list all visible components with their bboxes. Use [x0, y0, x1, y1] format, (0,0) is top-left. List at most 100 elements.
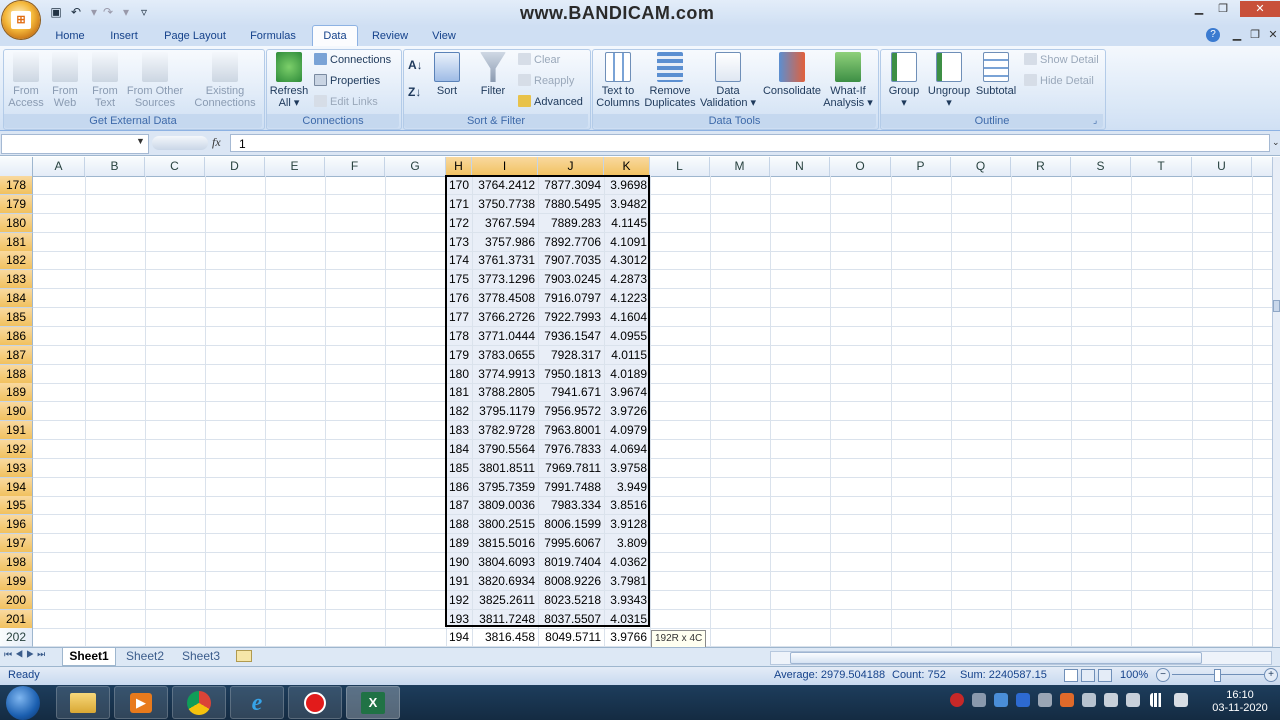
tray-pen-icon[interactable]	[1104, 693, 1118, 707]
sort-button[interactable]: Sort	[430, 52, 464, 97]
consolidate-button[interactable]: Consolidate	[762, 52, 822, 97]
row-header[interactable]: 183	[0, 270, 33, 289]
group-button[interactable]: Group ▾	[884, 52, 924, 109]
tab-home[interactable]: Home	[48, 26, 92, 46]
column-header-i[interactable]: I	[472, 157, 538, 176]
column-header-h[interactable]: H	[446, 157, 472, 176]
filter-button[interactable]: Filter	[474, 52, 512, 97]
row-header[interactable]: 184	[0, 289, 33, 308]
sheet-tab-sheet3[interactable]: Sheet3	[176, 648, 226, 665]
insert-function-icon[interactable]: fx	[212, 135, 221, 150]
subtotal-button[interactable]: Subtotal	[974, 52, 1018, 97]
row-header[interactable]: 182	[0, 251, 33, 270]
column-header-d[interactable]: D	[205, 157, 265, 176]
tab-page-layout[interactable]: Page Layout	[158, 26, 232, 46]
row-header[interactable]: 186	[0, 327, 33, 346]
from-web-button[interactable]: From Web	[46, 52, 84, 109]
tray-network-icon[interactable]	[1038, 693, 1052, 707]
row-header[interactable]: 194	[0, 478, 33, 497]
column-header-n[interactable]: N	[770, 157, 830, 176]
data-validation-button[interactable]: Data Validation ▾	[698, 52, 758, 109]
refresh-all-button[interactable]: Refresh All ▾	[268, 52, 310, 109]
cell-i[interactable]: 3816.458	[472, 628, 538, 647]
tray-volume-icon[interactable]	[1126, 693, 1140, 707]
clear-button[interactable]: Clear	[518, 51, 560, 69]
taskbar-media-player[interactable]: ▶	[114, 686, 168, 719]
expand-formula-bar-icon[interactable]: ⌄	[1272, 137, 1280, 148]
sheet-tab-sheet2[interactable]: Sheet2	[120, 648, 170, 665]
properties-button[interactable]: Properties	[314, 72, 380, 90]
name-box[interactable]	[1, 134, 149, 154]
row-header[interactable]: 179	[0, 195, 33, 214]
connections-button[interactable]: Connections	[314, 51, 391, 69]
column-header-t[interactable]: T	[1131, 157, 1192, 176]
tray-flag-icon[interactable]	[1174, 693, 1188, 707]
formula-bar-resize-handle[interactable]	[152, 136, 208, 150]
row-header[interactable]: 200	[0, 591, 33, 610]
tray-signal-icon[interactable]	[1150, 693, 1164, 707]
reapply-button[interactable]: Reapply	[518, 72, 574, 90]
cell-k[interactable]: 3.9766	[604, 628, 650, 647]
tray-display-icon[interactable]	[1082, 693, 1096, 707]
zoom-level[interactable]: 100%	[1120, 667, 1148, 683]
tray-bluetooth-icon[interactable]	[1016, 693, 1030, 707]
from-text-button[interactable]: From Text	[86, 52, 124, 109]
row-header[interactable]: 201	[0, 610, 33, 629]
vertical-scroll-thumb[interactable]	[1273, 300, 1280, 312]
hide-detail-button[interactable]: Hide Detail	[1024, 72, 1094, 90]
outline-dialog-launcher-icon[interactable]: ⌟	[1093, 115, 1097, 126]
close-icon[interactable]: ✕	[1240, 1, 1280, 17]
column-header-j[interactable]: J	[538, 157, 604, 176]
column-header-g[interactable]: G	[385, 157, 446, 176]
sort-az-icon[interactable]: A↓	[408, 58, 423, 72]
page-layout-view-icon[interactable]	[1081, 669, 1095, 682]
text-to-columns-button[interactable]: Text to Columns	[596, 52, 640, 109]
row-header[interactable]: 197	[0, 534, 33, 553]
formula-input[interactable]: 1	[230, 134, 1270, 152]
row-header[interactable]: 190	[0, 402, 33, 421]
minimize-icon[interactable]: ▁	[1188, 1, 1210, 17]
restore-icon[interactable]: ❐	[1212, 1, 1234, 17]
taskbar-explorer[interactable]	[56, 686, 110, 719]
row-header[interactable]: 180	[0, 214, 33, 233]
tab-view[interactable]: View	[424, 26, 464, 46]
row-header[interactable]: 196	[0, 515, 33, 534]
zoom-out-icon[interactable]: −	[1156, 668, 1170, 682]
row-header[interactable]: 195	[0, 496, 33, 515]
zoom-in-icon[interactable]: +	[1264, 668, 1278, 682]
tray-tools-icon[interactable]	[972, 693, 986, 707]
vertical-scrollbar[interactable]	[1272, 157, 1280, 647]
save-icon[interactable]: ▣	[48, 4, 64, 20]
row-header[interactable]: 198	[0, 553, 33, 572]
tab-formulas[interactable]: Formulas	[244, 26, 302, 46]
row-header[interactable]: 189	[0, 383, 33, 402]
sheet-nav-arrows-icon[interactable]: ⏮◀▶⏭	[4, 649, 48, 660]
taskbar-chrome[interactable]	[172, 686, 226, 719]
edit-links-button[interactable]: Edit Links	[314, 93, 378, 111]
normal-view-icon[interactable]	[1064, 669, 1078, 682]
show-detail-button[interactable]: Show Detail	[1024, 51, 1099, 69]
what-if-analysis-button[interactable]: What-If Analysis ▾	[822, 52, 874, 109]
redo-dropdown-icon[interactable]: ▾	[118, 4, 134, 20]
advanced-button[interactable]: Advanced	[518, 93, 583, 111]
column-header-s[interactable]: S	[1071, 157, 1131, 176]
row-header[interactable]: 178	[0, 176, 33, 195]
column-header-c[interactable]: C	[145, 157, 205, 176]
tab-data[interactable]: Data	[312, 25, 358, 47]
from-other-sources-button[interactable]: From Other Sources	[124, 52, 186, 109]
row-header[interactable]: 181	[0, 233, 33, 252]
taskbar-ie[interactable]: e	[230, 686, 284, 719]
column-header-u[interactable]: U	[1192, 157, 1252, 176]
ribbon-close-icon[interactable]: ✕	[1262, 27, 1280, 43]
column-header-l[interactable]: L	[650, 157, 710, 176]
row-header[interactable]: 191	[0, 421, 33, 440]
select-all-corner[interactable]	[0, 157, 33, 176]
cell-j[interactable]: 8049.5711	[538, 628, 604, 647]
row-header[interactable]: 187	[0, 346, 33, 365]
column-header-p[interactable]: P	[891, 157, 951, 176]
redo-icon[interactable]: ↷	[100, 4, 116, 20]
row-header[interactable]: 188	[0, 365, 33, 384]
row-header[interactable]: 193	[0, 459, 33, 478]
undo-icon[interactable]: ↶	[68, 4, 84, 20]
tab-insert[interactable]: Insert	[102, 26, 146, 46]
